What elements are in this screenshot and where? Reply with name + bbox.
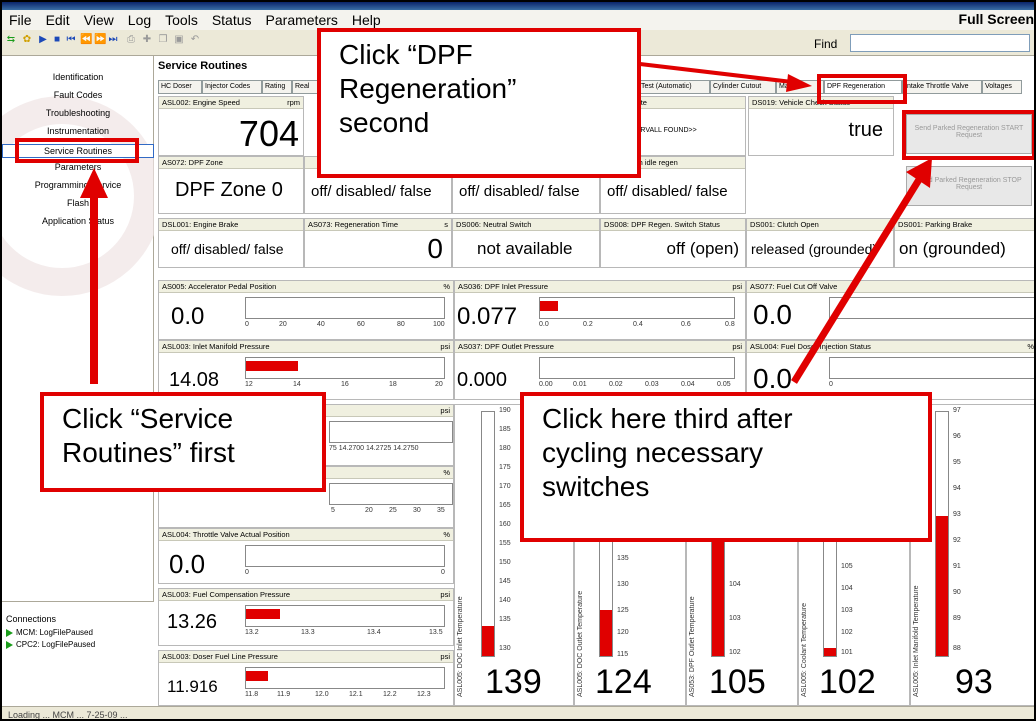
callout-service-routines: Click “Service Routines” first [40, 392, 326, 492]
callout-line: Click “Service [62, 403, 234, 434]
app-window: File Edit View Log Tools Status Paramete… [0, 0, 1036, 721]
callout-line: Regeneration” [339, 73, 517, 104]
callout-line: cycling necessary [542, 437, 763, 468]
callout-click-third: Click here third after cycling necessary… [520, 392, 932, 542]
callout-line: Click “DPF [339, 39, 473, 70]
arrow-right-line [639, 62, 793, 84]
callout-line: Routines” first [62, 437, 235, 468]
callout-dpf-regeneration: Click “DPF Regeneration” second [317, 28, 641, 178]
arrow-up-head [80, 168, 108, 198]
arrow-right-head [786, 74, 812, 92]
arrow-diag-line [791, 176, 923, 384]
callout-line: Click here third after [542, 403, 793, 434]
callout-line: switches [542, 471, 650, 502]
callout-line: second [339, 107, 430, 138]
